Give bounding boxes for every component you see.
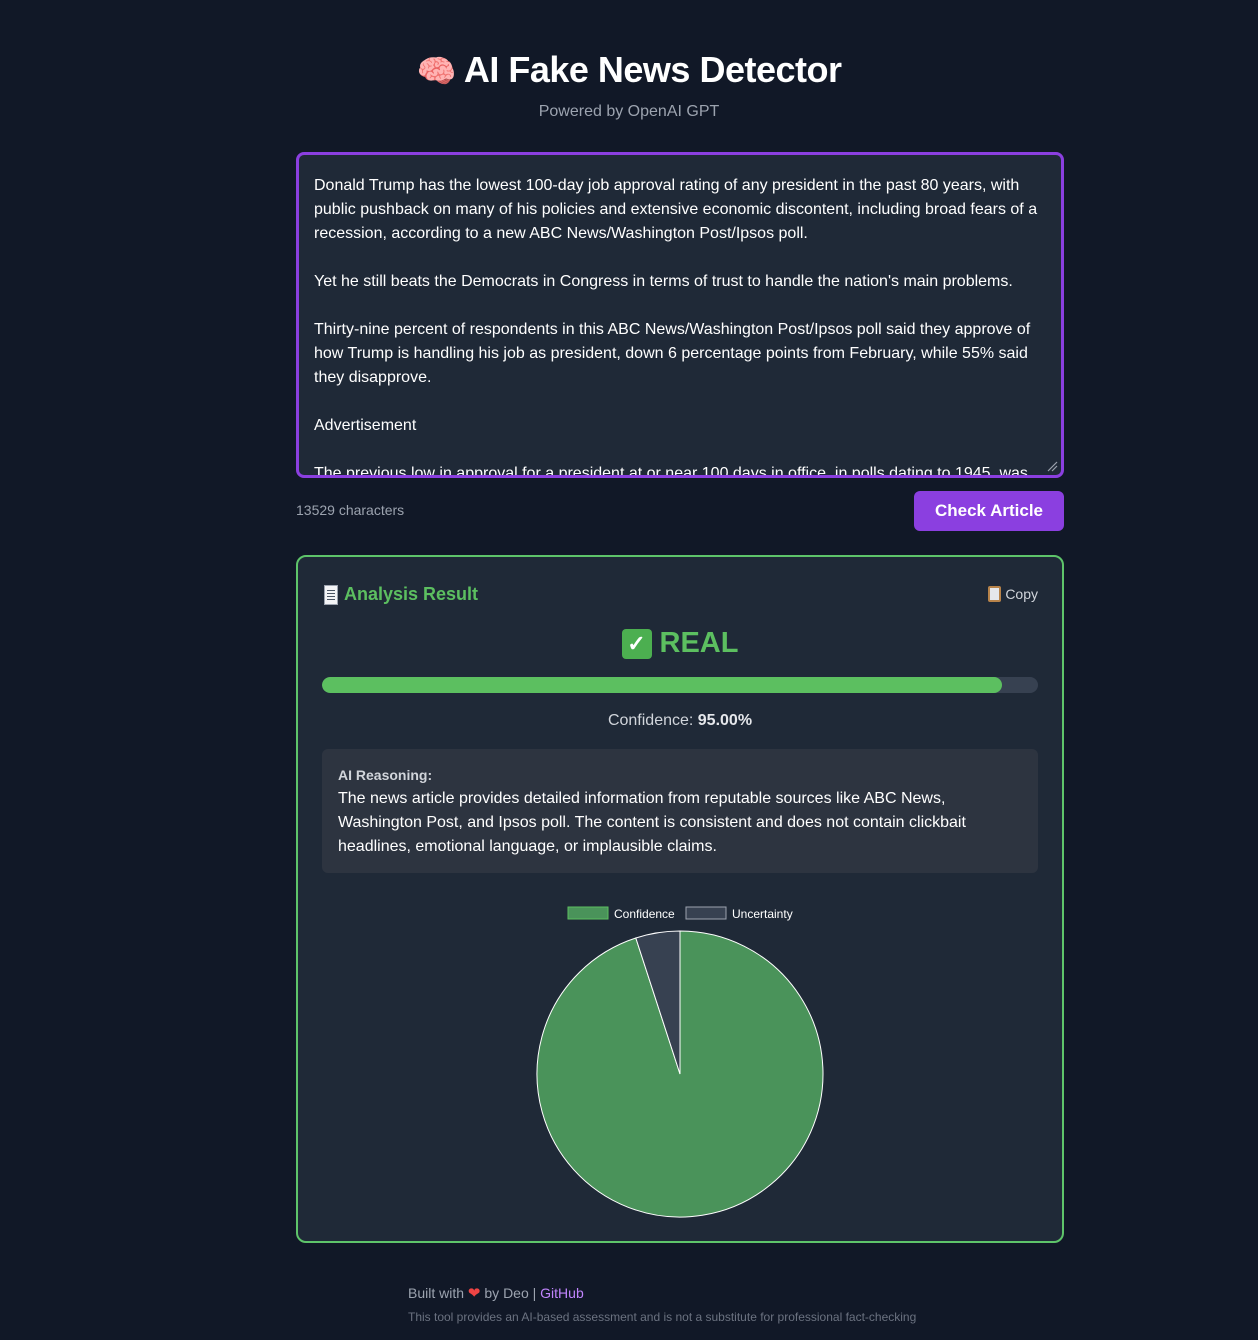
reasoning-label: AI Reasoning: xyxy=(338,767,433,783)
verdict-label: REAL xyxy=(659,627,739,659)
header: 🧠 AI Fake News Detector Powered by OpenAI… xyxy=(0,44,1258,121)
reasoning-text: The news article provides detailed infor… xyxy=(338,790,966,855)
legend-item-uncertainty[interactable]: Uncertainty xyxy=(685,906,793,921)
legend-swatch xyxy=(567,906,609,920)
footer: Built with ❤ by Deo | GitHub This tool p… xyxy=(408,1284,916,1324)
legend-item-confidence[interactable]: Confidence xyxy=(567,906,675,921)
footer-built-with: Built with xyxy=(408,1285,465,1301)
reasoning-box: AI Reasoning: The news article provides … xyxy=(322,749,1038,873)
article-text: Donald Trump has the lowest 100-day job … xyxy=(314,177,1038,478)
check-mark-icon: ✓ xyxy=(621,628,652,659)
footer-credit: Built with ❤ by Deo | GitHub xyxy=(408,1284,916,1302)
article-textarea[interactable]: Donald Trump has the lowest 100-day job … xyxy=(296,152,1064,478)
confidence-label: Confidence: xyxy=(607,712,694,729)
clipboard-icon xyxy=(988,586,1002,602)
analysis-result-header: Analysis Result xyxy=(324,584,478,605)
verdict: ✓ REAL xyxy=(298,627,1062,660)
page-title: 🧠 AI Fake News Detector xyxy=(0,44,1258,97)
legend-label: Uncertainty xyxy=(732,907,793,921)
analysis-result-label: Analysis Result xyxy=(344,584,479,604)
legend-label: Confidence xyxy=(614,907,675,921)
confidence-progress-bar xyxy=(322,677,1038,693)
page-title-text: AI Fake News Detector xyxy=(463,49,842,90)
page-subtitle: Powered by OpenAI GPT xyxy=(538,103,720,120)
confidence-pie-chart: Confidence Uncertainty xyxy=(298,897,1062,1227)
character-count: 13529 characters xyxy=(296,502,405,518)
confidence-value: 95.00% xyxy=(697,712,753,729)
check-article-button[interactable]: Check Article xyxy=(914,491,1064,531)
heart-icon: ❤ xyxy=(467,1285,481,1302)
page: 🧠 AI Fake News Detector Powered by OpenAI… xyxy=(0,0,1258,1340)
confidence-line: Confidence: 95.00% xyxy=(298,712,1062,730)
resize-handle-icon[interactable] xyxy=(1046,460,1058,472)
legend-swatch xyxy=(685,906,727,920)
confidence-progress-fill xyxy=(322,677,1003,693)
pie-chart-svg: Confidence Uncertainty xyxy=(536,906,824,1218)
document-icon xyxy=(324,584,338,605)
copy-button[interactable]: Copy xyxy=(988,586,1038,602)
brain-icon: 🧠 xyxy=(416,53,457,89)
copy-label: Copy xyxy=(1005,586,1038,602)
footer-disclaimer: This tool provides an AI-based assessmen… xyxy=(408,1310,917,1324)
footer-by: by Deo | xyxy=(484,1285,537,1301)
analysis-result-card: Analysis Result Copy ✓ REAL Confidence: … xyxy=(296,555,1064,1243)
github-link[interactable]: GitHub xyxy=(540,1285,584,1301)
